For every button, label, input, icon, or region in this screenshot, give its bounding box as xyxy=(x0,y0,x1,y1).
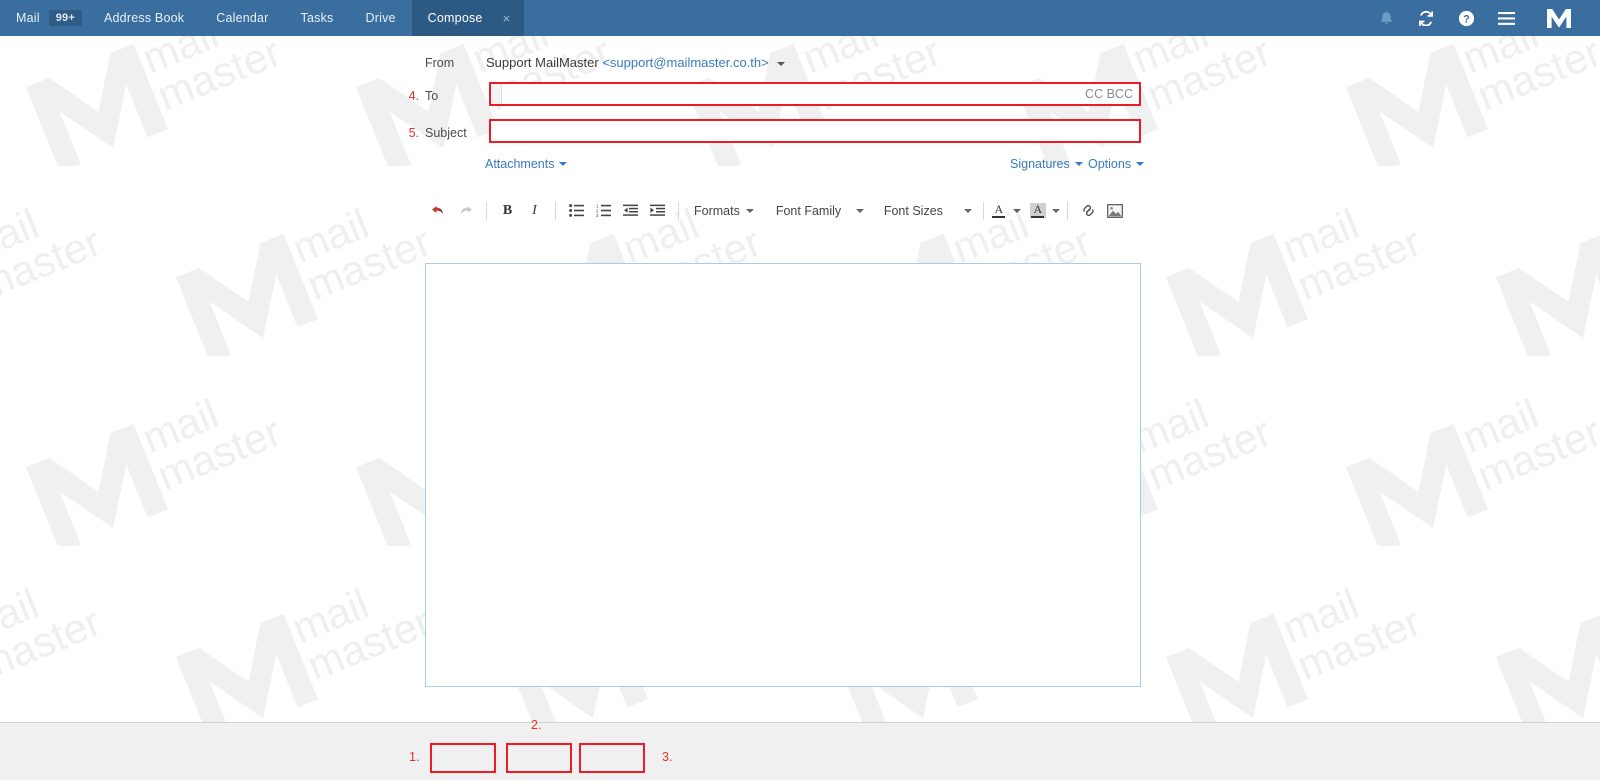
annotation-number-4: 4. xyxy=(408,89,419,103)
chevron-down-icon xyxy=(745,208,754,213)
chevron-down-icon xyxy=(1074,161,1083,166)
annotation-number-3: 3. xyxy=(662,750,673,764)
font-sizes-dropdown[interactable]: Font Sizes xyxy=(880,198,976,223)
nav-item-label: Address Book xyxy=(103,11,185,25)
toolbar-divider xyxy=(982,201,984,220)
close-icon[interactable]: × xyxy=(498,0,525,36)
to-field[interactable]: CC BCC xyxy=(489,82,1141,106)
navbar-items: Mail 99+ Address Book Calendar Tasks Dri… xyxy=(0,0,525,36)
image-icon[interactable] xyxy=(1102,198,1129,223)
signatures-dropdown[interactable]: Signatures xyxy=(1010,155,1083,173)
nav-item-tasks[interactable]: Tasks xyxy=(285,0,350,36)
chevron-down-icon xyxy=(1012,208,1021,213)
nav-item-drive[interactable]: Drive xyxy=(350,0,412,36)
attachments-dropdown[interactable]: Attachments xyxy=(485,155,568,173)
chevron-down-icon xyxy=(1051,208,1060,213)
cc-bcc-toggle[interactable]: CC BCC xyxy=(1085,87,1139,101)
bullet-list-icon[interactable] xyxy=(563,198,590,223)
mail-unread-badge: 99+ xyxy=(48,10,82,26)
top-navbar: Mail 99+ Address Book Calendar Tasks Dri… xyxy=(0,0,1600,36)
background-color-swatch xyxy=(1031,216,1045,218)
to-input[interactable] xyxy=(502,84,1086,104)
chevron-down-icon[interactable] xyxy=(777,61,786,66)
svg-text:3: 3 xyxy=(596,213,599,217)
toolbar-divider xyxy=(555,201,556,220)
toolbar-divider xyxy=(678,201,679,220)
nav-item-label: Compose xyxy=(427,11,483,25)
subject-input[interactable] xyxy=(491,121,1139,141)
redo-icon[interactable] xyxy=(452,198,479,223)
nav-item-compose[interactable]: Compose xyxy=(411,0,499,36)
toolbar-divider xyxy=(1066,201,1068,220)
to-label: To xyxy=(425,89,439,103)
menu-icon[interactable] xyxy=(1486,0,1526,36)
background-color-button[interactable]: A xyxy=(1029,198,1060,223)
annotation-number-5: 5. xyxy=(408,126,419,140)
options-dropdown[interactable]: Options xyxy=(1088,155,1145,173)
bcc-link[interactable]: BCC xyxy=(1107,87,1133,101)
text-color-swatch xyxy=(992,216,1006,218)
options-label: Options xyxy=(1088,157,1132,171)
text-color-button[interactable]: A xyxy=(991,198,1021,223)
signatures-label: Signatures xyxy=(1010,157,1070,171)
link-icon[interactable] xyxy=(1075,198,1102,223)
chevron-down-icon xyxy=(963,208,972,213)
toolbar-divider xyxy=(486,201,487,220)
nav-item-calendar[interactable]: Calendar xyxy=(200,0,284,36)
from-label: From xyxy=(425,56,455,70)
nav-item-label: Drive xyxy=(365,11,396,25)
compose-footer xyxy=(0,722,1600,780)
italic-button[interactable]: I xyxy=(521,198,548,223)
help-icon[interactable]: ? xyxy=(1446,0,1486,36)
compose-pane: From Support MailMaster <support@mailmas… xyxy=(0,36,1600,722)
mailmaster-logo-icon[interactable] xyxy=(1536,0,1582,36)
attachments-label: Attachments xyxy=(485,157,555,171)
font-family-label: Font Family xyxy=(775,203,842,218)
undo-icon[interactable] xyxy=(425,198,452,223)
nav-item-label: Calendar xyxy=(216,11,269,25)
text-color-glyph: A xyxy=(994,202,1004,216)
refresh-icon[interactable] xyxy=(1406,0,1446,36)
nav-item-mail[interactable]: Mail 99+ xyxy=(0,0,88,36)
nav-item-label: Mail xyxy=(16,11,40,25)
chevron-down-icon xyxy=(855,208,864,213)
annotation-number-1: 1. xyxy=(409,750,420,764)
to-recipient-chip-area xyxy=(491,84,502,104)
from-display-name: Support MailMaster xyxy=(486,55,599,70)
from-value[interactable]: Support MailMaster <support@mailmaster.c… xyxy=(486,55,786,70)
subject-label: Subject xyxy=(425,126,467,140)
chevron-down-icon xyxy=(559,161,568,166)
outdent-icon[interactable] xyxy=(617,198,644,223)
annotation-number-2: 2. xyxy=(531,718,542,732)
background-color-glyph: A xyxy=(1033,202,1043,216)
font-family-dropdown[interactable]: Font Family xyxy=(772,198,868,223)
chevron-down-icon xyxy=(1136,161,1145,166)
formats-dropdown[interactable]: Formats xyxy=(690,198,758,223)
from-email: <support@mailmaster.co.th> xyxy=(602,55,769,70)
message-body-editor[interactable] xyxy=(425,263,1141,687)
nav-item-address-book[interactable]: Address Book xyxy=(88,0,200,36)
editor-toolbar: B I 1 2 3 Formats Font Family Font Sizes… xyxy=(425,197,1141,224)
bell-icon[interactable] xyxy=(1366,0,1406,36)
svg-text:?: ? xyxy=(1463,13,1470,25)
numbered-list-icon[interactable]: 1 2 3 xyxy=(590,198,617,223)
indent-icon[interactable] xyxy=(644,198,671,223)
navbar-actions: ? xyxy=(1366,0,1600,36)
font-sizes-label: Font Sizes xyxy=(883,203,943,218)
bold-button[interactable]: B xyxy=(494,198,521,223)
cc-link[interactable]: CC xyxy=(1085,87,1103,101)
formats-label: Formats xyxy=(694,203,740,218)
nav-item-label: Tasks xyxy=(300,11,334,25)
subject-field[interactable] xyxy=(489,119,1141,143)
